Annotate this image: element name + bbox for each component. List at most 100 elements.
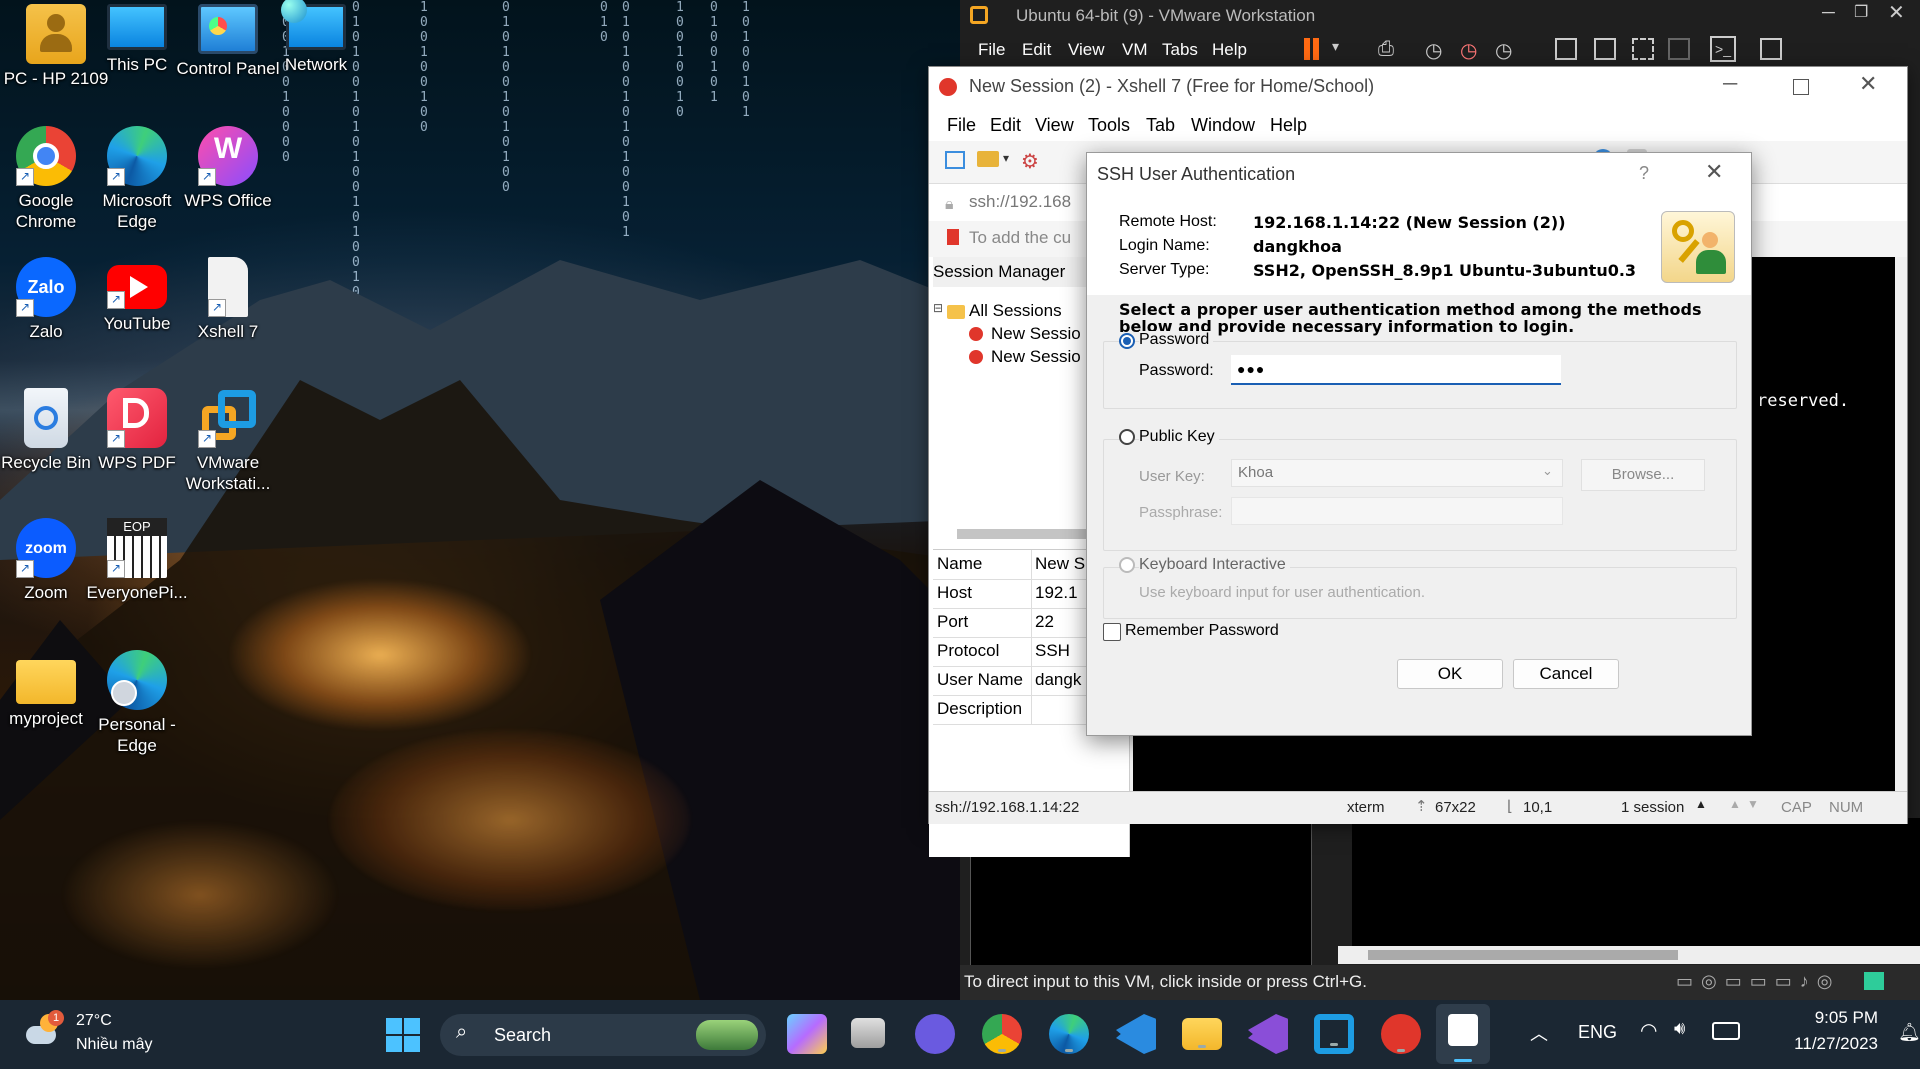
vscode-icon[interactable] [1116, 1014, 1156, 1054]
weather-temp[interactable]: 27°C [76, 1012, 112, 1030]
help-button[interactable]: ? [1639, 163, 1649, 184]
file-explorer-icon[interactable] [1182, 1018, 1222, 1050]
xs-menu-view[interactable]: View [1035, 115, 1074, 136]
browse-button[interactable]: Browse... [1581, 459, 1705, 491]
chevron-up-icon[interactable]: ▲ [1695, 797, 1707, 811]
xs-menu-tools[interactable]: Tools [1088, 115, 1130, 136]
new-session-icon[interactable] [945, 151, 965, 169]
task-view-icon[interactable] [851, 1018, 885, 1048]
tree-root-all-sessions[interactable]: All Sessions [969, 301, 1062, 321]
library-icon[interactable] [1555, 38, 1577, 60]
chrome-icon[interactable] [982, 1014, 1022, 1054]
notification-icon[interactable] [1864, 972, 1884, 990]
visual-studio-icon[interactable] [1248, 1014, 1288, 1054]
snapshot-manager-icon[interactable]: ◷ [1495, 38, 1512, 63]
snipping-tool-active[interactable] [1436, 1004, 1490, 1064]
weather-desc[interactable]: Nhiều mây [76, 1036, 152, 1054]
arrow-up-icon[interactable]: ▲ [1729, 797, 1741, 811]
snapshot-icon[interactable]: ◷ [1425, 38, 1442, 63]
wifi-icon[interactable]: ◠ [1640, 1018, 1657, 1043]
close-icon[interactable]: ✕ [1705, 159, 1723, 185]
notification-bell-icon[interactable]: 🔔︎ [1898, 1022, 1920, 1043]
desktop-icon-personal-edge[interactable]: Personal - Edge [83, 650, 191, 756]
vm-menu-help[interactable]: Help [1212, 40, 1247, 60]
xshell-icon[interactable] [1381, 1014, 1421, 1054]
vm-menu-edit[interactable]: Edit [1022, 40, 1051, 60]
ssh-auth-dialog[interactable]: SSH User Authentication ? ✕ Remote Host:… [1086, 152, 1752, 736]
password-option-label[interactable]: Password [1139, 331, 1214, 349]
terminal-scrollbar[interactable] [1895, 257, 1907, 791]
clock-time[interactable]: 9:05 PM [1768, 1008, 1878, 1028]
search-box[interactable]: ⌕ Search [440, 1014, 766, 1056]
disconnect-icon[interactable]: ⚙ [1021, 149, 1039, 173]
vmware-titlebar[interactable]: Ubuntu 64-bit (9) - VMware Workstation ─… [960, 0, 1920, 32]
battery-icon[interactable] [1712, 1022, 1740, 1040]
edge-icon[interactable] [1049, 1014, 1089, 1054]
ok-button[interactable]: OK [1397, 659, 1503, 689]
weather-widget[interactable]: 1 [22, 1010, 64, 1050]
device-icons[interactable]: ▭◎▭▭▭♪◎ [1676, 971, 1840, 992]
public-key-option-label[interactable]: Public Key [1139, 428, 1219, 446]
user-key-select[interactable]: Khoa ⌄ [1231, 459, 1563, 487]
volume-icon[interactable]: 🔊︎ [1674, 1018, 1685, 1039]
dialog-titlebar[interactable]: SSH User Authentication ? ✕ [1087, 153, 1751, 197]
revert-snapshot-icon[interactable]: ◷ [1460, 38, 1477, 63]
public-key-radio[interactable] [1119, 429, 1135, 445]
xs-menu-tab[interactable]: Tab [1146, 115, 1175, 136]
clock-date[interactable]: 11/27/2023 [1768, 1034, 1878, 1054]
teams-icon[interactable] [915, 1014, 955, 1054]
desktop-icon-everyonepiano[interactable]: EOP ↗ EveryonePi... [83, 518, 191, 603]
chevron-up-icon[interactable]: ︿ [1530, 1020, 1548, 1046]
vm-menu-vm[interactable]: VM [1122, 40, 1148, 60]
windows-start-icon[interactable] [386, 1018, 420, 1052]
fullscreen-icon[interactable] [1632, 38, 1654, 60]
close-icon[interactable]: ✕ [1859, 71, 1877, 97]
send-keys-icon[interactable]: ⎙ [1378, 38, 1394, 61]
desktop-icon-vmware[interactable]: ↗ VMware Workstati... [174, 388, 282, 494]
xshell-titlebar[interactable]: New Session (2) - Xshell 7 (Free for Hom… [929, 67, 1907, 107]
pause-icon[interactable] [1304, 38, 1310, 60]
lock-icon: 🔒︎ [945, 194, 954, 213]
xs-menu-file[interactable]: File [947, 115, 976, 136]
tree-session-item[interactable]: New Sessio [991, 324, 1081, 344]
desktop-icon-wps-office[interactable]: W ↗ WPS Office [174, 126, 282, 211]
arrow-down-icon[interactable]: ▼ [1747, 797, 1759, 811]
tree-session-item[interactable]: New Sessio [991, 347, 1081, 367]
copilot-icon[interactable] [787, 1014, 827, 1054]
collapse-icon[interactable]: ⊟ [933, 301, 943, 315]
xs-menu-window[interactable]: Window [1191, 115, 1255, 136]
restore-icon[interactable]: ❐ [1854, 2, 1868, 22]
xs-menu-help[interactable]: Help [1270, 115, 1307, 136]
keyboard-interactive-label[interactable]: Keyboard Interactive [1139, 556, 1290, 574]
chevron-down-icon[interactable]: ▾ [1003, 151, 1009, 165]
desktop-icon-network[interactable]: Network [262, 0, 370, 75]
vmware-statusbar: To direct input to this VM, click inside… [960, 965, 1920, 1000]
maximize-icon[interactable] [1793, 79, 1809, 95]
folder-icon [16, 660, 76, 704]
cancel-button[interactable]: Cancel [1513, 659, 1619, 689]
vm-menu-tabs[interactable]: Tabs [1162, 40, 1198, 60]
vm-menu-file[interactable]: File [978, 40, 1005, 60]
desktop-icon-xshell[interactable]: ↗ Xshell 7 [174, 257, 282, 342]
vm-scrollbar[interactable] [1338, 946, 1920, 964]
password-radio[interactable] [1119, 333, 1135, 349]
thumbnail-icon[interactable] [1594, 38, 1616, 60]
minimize-icon[interactable]: ─ [1723, 73, 1737, 96]
console-icon[interactable]: >_ [1710, 36, 1736, 62]
password-input[interactable]: ●●● [1231, 355, 1561, 385]
minimize-icon[interactable]: ─ [1822, 2, 1835, 23]
chevron-down-icon[interactable]: ▾ [1332, 38, 1339, 55]
vmware-icon[interactable] [1314, 1014, 1354, 1054]
stretch-icon[interactable] [1760, 38, 1782, 60]
unity-icon[interactable] [1668, 38, 1690, 60]
passphrase-input[interactable] [1231, 497, 1563, 525]
address-input[interactable]: ssh://192.168 [969, 192, 1071, 212]
open-folder-icon[interactable] [977, 151, 999, 167]
remember-password-checkbox[interactable] [1103, 623, 1121, 641]
vm-menu-view[interactable]: View [1068, 40, 1105, 60]
remember-password-label[interactable]: Remember Password [1125, 622, 1279, 640]
close-icon[interactable]: ✕ [1888, 0, 1905, 25]
xs-menu-edit[interactable]: Edit [990, 115, 1021, 136]
keyboard-interactive-radio[interactable] [1119, 557, 1135, 573]
language-indicator[interactable]: ENG [1578, 1022, 1617, 1043]
